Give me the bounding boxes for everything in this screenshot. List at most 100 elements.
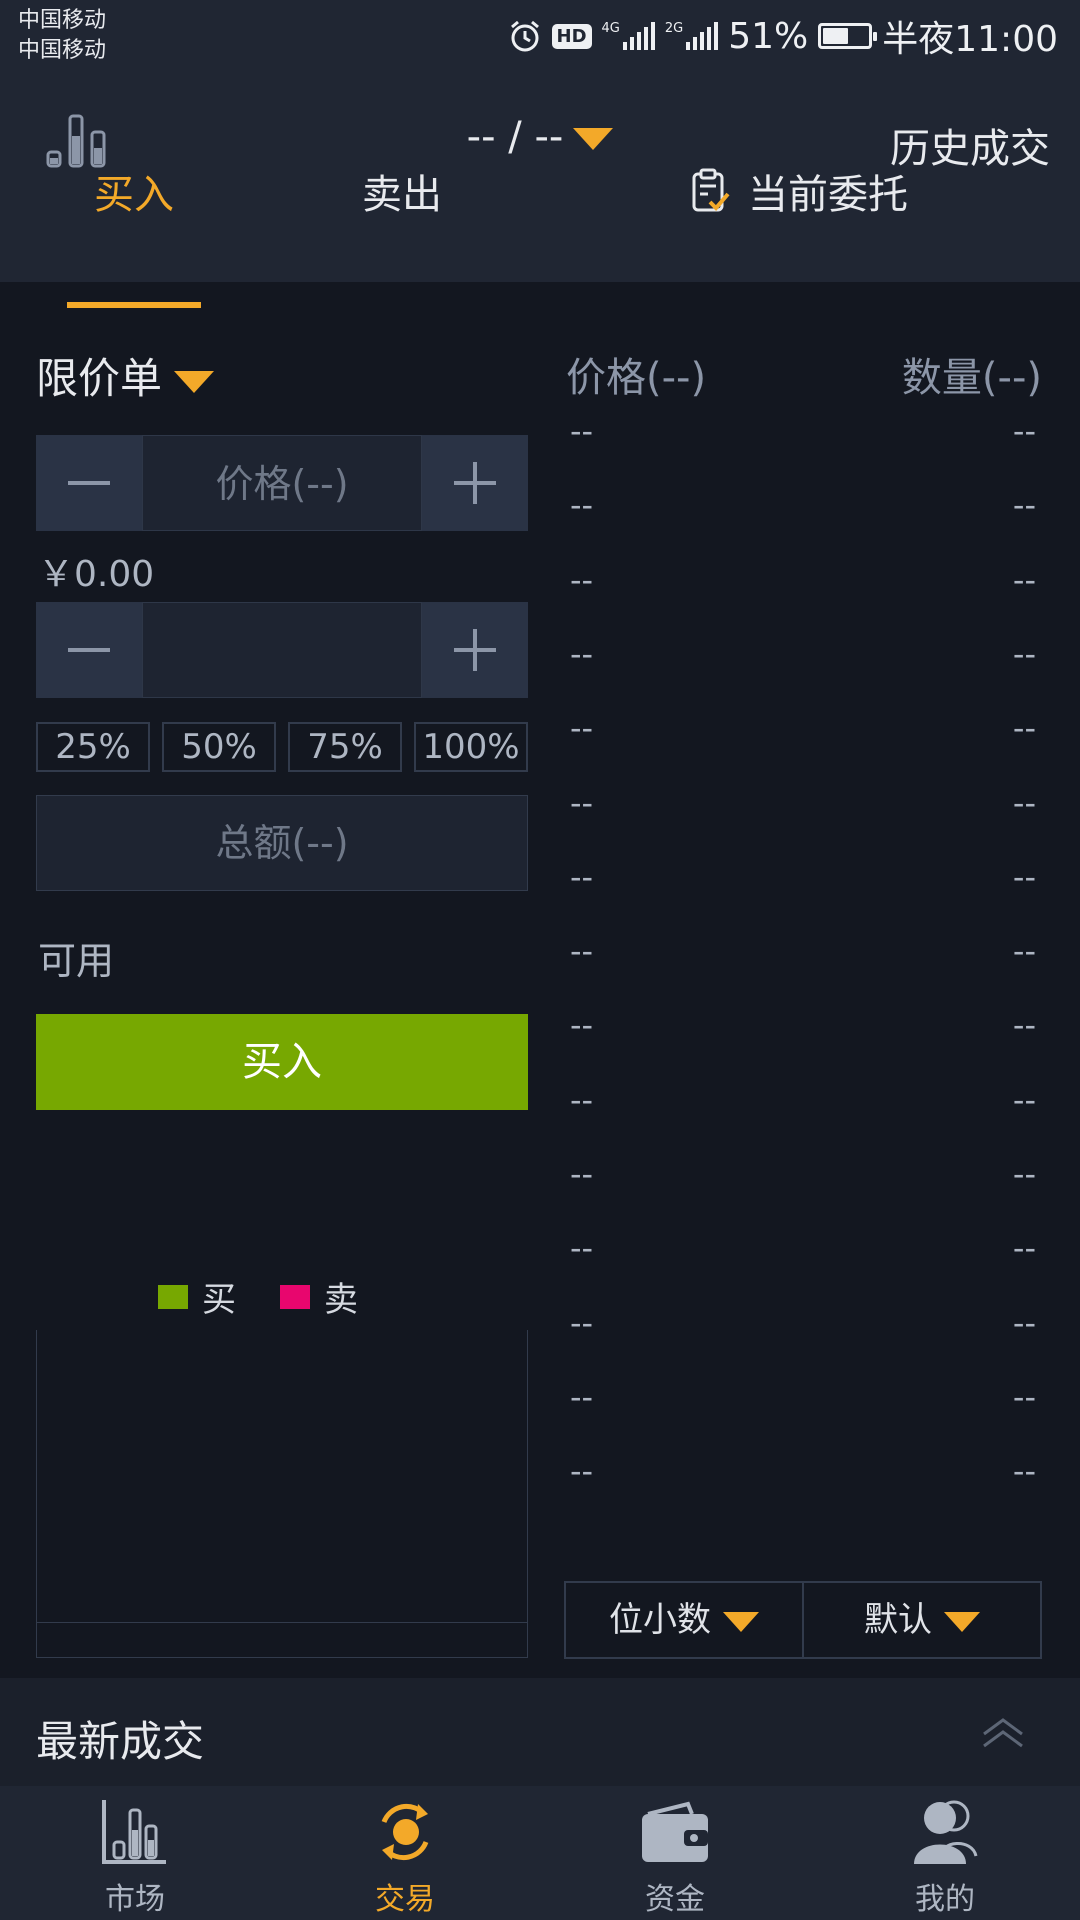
orderbook-row[interactable]: -- -- [568,1229,1038,1303]
orderbook-row-quantity: -- [1012,1452,1036,1490]
pair-dropdown-icon [573,128,614,150]
total-input[interactable]: 总额(--) [36,795,528,891]
percent-50-button[interactable]: 50% [162,722,276,772]
clipboard-check-icon [692,168,730,212]
grouping-label: 默认 [864,1600,932,1640]
grouping-selector[interactable]: 默认 [802,1581,1042,1659]
percent-75-button[interactable]: 75% [288,722,402,772]
orderbook-row-quantity: -- [1012,635,1036,673]
orderbook-price-header: 价格(--) [566,355,707,401]
amount-stepper [36,602,528,698]
orderbook-row-price: -- [570,858,594,896]
decimals-dropdown-icon [723,1611,759,1632]
nav-mine[interactable]: 我的 [810,1786,1080,1920]
tab-sell[interactable]: 卖出 [362,162,442,220]
orderbook-row-quantity: -- [1012,412,1036,450]
price-plus-button[interactable] [422,435,528,531]
nav-mine-label: 我的 [915,1882,975,1917]
decimals-selector[interactable]: 位小数 [564,1581,804,1659]
orderbook-row-price: -- [570,561,594,599]
depth-chart [36,1330,528,1658]
latest-trades-label: 最新成交 [36,1717,205,1766]
orderbook-row[interactable]: -- -- [568,1155,1038,1229]
orderbook-row-price: -- [570,709,594,747]
orderbook-row-price: -- [570,932,594,970]
nav-market[interactable]: 市场 [0,1786,270,1920]
percent-100-button[interactable]: 100% [414,722,528,772]
amount-plus-button[interactable] [422,602,528,698]
amount-minus-button[interactable] [36,602,142,698]
nav-funds[interactable]: 资金 [540,1786,810,1920]
orderbook-row[interactable]: -- -- [568,1378,1038,1452]
history-trades-link[interactable]: 历史成交 [890,116,1050,174]
orderbook-row-price: -- [570,784,594,822]
order-type-selector[interactable]: 限价单 [36,345,215,406]
order-type-label: 限价单 [36,354,163,403]
orderbook-row-price: -- [570,1378,594,1416]
orderbook-row[interactable]: -- -- [568,1304,1038,1378]
orderbook-row-quantity: -- [1012,1229,1036,1267]
tab-buy[interactable]: 买入 [94,162,174,220]
percent-buttons: 25% 50% 75% 100% [36,722,528,772]
battery-percent: 51% [728,15,809,57]
orderbook-row[interactable]: -- -- [568,1081,1038,1155]
orderbook-row-price: -- [570,1229,594,1267]
pair-label: -- / -- [466,114,564,160]
buy-legend-label: 买 [202,1280,236,1320]
decimals-label: 位小数 [609,1600,711,1640]
price-input[interactable]: 价格(--) [142,435,422,531]
orderbook-row-price: -- [570,1081,594,1119]
nav-trade[interactable]: 交易 [270,1786,540,1920]
tab-current-orders[interactable]: 当前委托 [690,162,908,220]
nav-market-label: 市场 [105,1882,165,1917]
sell-legend-swatch [280,1284,310,1309]
orderbook-row-quantity: -- [1012,784,1036,822]
grouping-dropdown-icon [944,1611,980,1632]
orderbook-row-price: -- [570,1155,594,1193]
orderbook-row-price: -- [570,1304,594,1342]
battery-icon [818,23,878,49]
percent-25-button[interactable]: 25% [36,722,150,772]
price-minus-button[interactable] [36,435,142,531]
orderbook-row-quantity: -- [1012,932,1036,970]
signal-icon-1: 4G [602,22,655,50]
orderbook-row-quantity: -- [1012,1155,1036,1193]
buy-button[interactable]: 买入 [36,1014,528,1110]
orderbook-row-price: -- [570,1006,594,1044]
cny-equivalent: ￥0.00 [38,554,155,595]
orderbook-row-price: -- [570,635,594,673]
orderbook-row[interactable]: -- -- [568,1006,1038,1080]
network-type-2: 2G [664,21,684,36]
latest-trades-bar[interactable]: 最新成交 [0,1678,1080,1786]
orderbook-row[interactable]: -- -- [568,412,1038,486]
trade-exchange-icon [381,1803,429,1861]
orderbook-row[interactable]: -- -- [568,486,1038,560]
clock: 半夜11:00 [882,19,1058,60]
orderbook-row[interactable]: -- -- [568,709,1038,783]
orderbook-row[interactable]: -- -- [568,561,1038,635]
carrier-name-1: 中国移动 [18,8,107,33]
orderbook-row-quantity: -- [1012,858,1036,896]
price-stepper: 价格(--) [36,435,528,531]
carrier-name-2: 中国移动 [18,38,107,63]
wallet-icon [642,1801,708,1862]
orderbook-row[interactable]: -- -- [568,1452,1038,1526]
orderbook-row[interactable]: -- -- [568,932,1038,1006]
orderbook-row[interactable]: -- -- [568,784,1038,858]
hd-badge: HD [551,23,592,49]
depth-chart-axis [37,1622,527,1623]
nav-funds-label: 资金 [645,1882,705,1917]
orderbook-row[interactable]: -- -- [568,858,1038,932]
double-chevron-up-icon[interactable] [978,1708,1028,1758]
orderbook-row-quantity: -- [1012,1378,1036,1416]
orderbook-row-quantity: -- [1012,1006,1036,1044]
orderbook-row-price: -- [570,486,594,524]
orderbook-row-quantity: -- [1012,1304,1036,1342]
depth-legend: 买 卖 [158,1272,402,1321]
status-bar: 中国移动 中国移动 HD 4G 2G 51% 半夜11:00 [0,0,1080,72]
available-label: 可用 [38,939,115,983]
amount-input[interactable] [142,602,422,698]
orderbook-row[interactable]: -- -- [568,635,1038,709]
orderbook-row-price: -- [570,1452,594,1490]
tab-current-orders-label: 当前委托 [748,172,908,218]
